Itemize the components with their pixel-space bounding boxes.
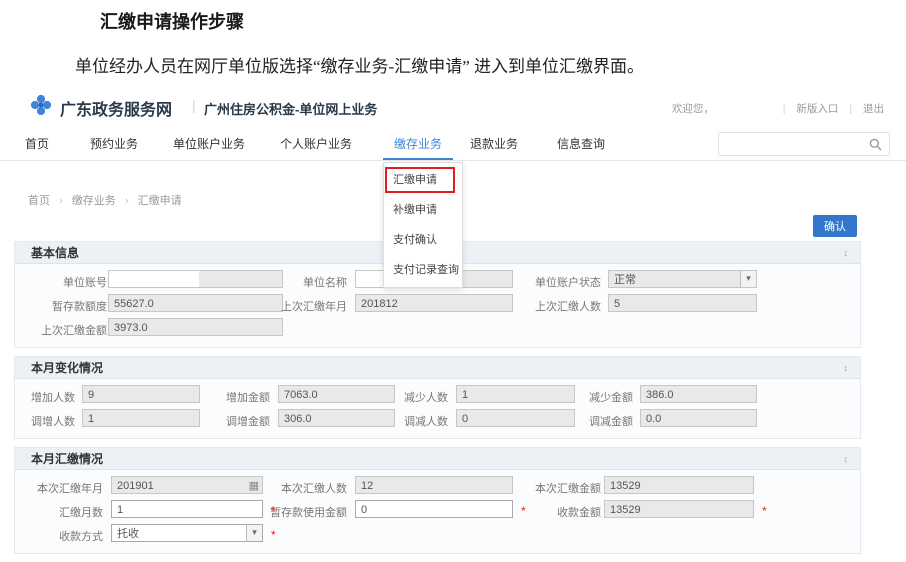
brand-subtitle: 广州住房公积金-单位网上业务 [204, 99, 377, 118]
section-title: 本月汇缴情况 [31, 452, 103, 466]
section-title: 本月变化情况 [31, 361, 103, 375]
field-label: 单位名称 [255, 274, 347, 290]
form-row: 上次汇缴金额 3973.0 [15, 317, 860, 341]
field-label: 上次汇缴金额 [19, 322, 107, 338]
field-label: 减少人数 [345, 389, 448, 405]
header-separator: | [849, 103, 852, 115]
field-label: 单位账号 [19, 274, 107, 290]
required-marker: * [271, 528, 276, 542]
field-label: 上次汇缴年月 [255, 298, 347, 314]
receive-method-select[interactable]: 托收 ▾ [111, 524, 263, 542]
section-month-remit: 本月汇缴情况 ↕ 本次汇缴年月 201901 ▦ 本次汇缴人数 12 本次汇缴金… [14, 447, 861, 554]
field-label: 暂存款额度 [19, 298, 107, 314]
main-form: 基本信息 ↕ 单位账号 单位名称 单位账户状态 正常 ▾ 暂存款额度 55627… [14, 241, 861, 562]
form-row: 本次汇缴年月 201901 ▦ 本次汇缴人数 12 本次汇缴金额 13529 [15, 475, 860, 499]
adjust-decrease-amount-input[interactable]: 0.0 [640, 409, 757, 427]
field-label: 调减金额 [501, 413, 633, 429]
field-label: 收款方式 [19, 528, 103, 544]
collapse-icon[interactable]: ↕ [844, 448, 849, 470]
field-label: 暂存款使用金额 [205, 504, 347, 520]
section-title: 基本信息 [31, 246, 79, 260]
form-row: 增加人数 9 增加金额 7063.0 减少人数 1 减少金额 386.0 [15, 384, 860, 408]
nav-item-appointment[interactable]: 预约业务 [90, 128, 138, 160]
remit-amount-input[interactable]: 13529 [604, 476, 754, 494]
remit-count-input[interactable]: 12 [355, 476, 513, 494]
breadcrumb-remit-apply: 汇缴申请 [138, 195, 182, 207]
header-user-area: 欢迎您， | 新版入口 | 退出 [672, 101, 884, 116]
section-month-change: 本月变化情况 ↕ 增加人数 9 增加金额 7063.0 减少人数 1 减少金额 … [14, 356, 861, 439]
section-header: 本月汇缴情况 ↕ [15, 448, 860, 470]
section-body: 本次汇缴年月 201901 ▦ 本次汇缴人数 12 本次汇缴金额 13529 汇… [15, 470, 860, 553]
temp-deposit-used-input[interactable]: 0 [355, 500, 513, 518]
link-new-version-entry[interactable]: 新版入口 [796, 103, 838, 115]
field-label: 收款金额 [509, 504, 601, 520]
field-label: 调减人数 [345, 413, 448, 429]
menu-item-label: 汇缴申请 [393, 174, 437, 186]
link-logout[interactable]: 退出 [863, 103, 884, 115]
menu-item-supplement-apply[interactable]: 补缴申请 [384, 195, 462, 225]
field-label: 本次汇缴人数 [205, 480, 347, 496]
form-row: 汇缴月数 1 * 暂存款使用金额 0 * 收款金额 13529 * [15, 499, 860, 523]
nav-item-refund[interactable]: 退款业务 [470, 128, 518, 160]
brand-title: 广东政务服务网 [60, 96, 172, 120]
last-remit-count-input[interactable]: 5 [608, 294, 757, 312]
form-row: 收款方式 托收 ▾ * [15, 523, 860, 547]
breadcrumb-separator: › [59, 195, 63, 207]
dropdown-arrow-icon[interactable]: ▾ [740, 271, 756, 287]
section-header: 本月变化情况 ↕ [15, 357, 860, 379]
section-body: 增加人数 9 增加金额 7063.0 减少人数 1 减少金额 386.0 调增人… [15, 379, 860, 438]
doc-intro: 单位经办人员在网厅单位版选择“缴存业务-汇缴申请” 进入到单位汇缴界面。 [75, 52, 890, 77]
deposit-dropdown-menu: 汇缴申请 补缴申请 支付确认 支付记录查询 [383, 162, 463, 288]
nav-item-personal-account[interactable]: 个人账户业务 [280, 128, 352, 160]
select-value: 正常 [614, 274, 636, 286]
unit-status-select[interactable]: 正常 ▾ [608, 270, 757, 288]
field-label: 调增金额 [165, 413, 270, 429]
nav-item-home[interactable]: 首页 [25, 128, 49, 160]
site-header: 广东政务服务网 | 广州住房公积金-单位网上业务 欢迎您， | 新版入口 | 退… [0, 90, 906, 128]
search-icon [869, 138, 882, 151]
required-marker: * [762, 504, 767, 518]
form-row: 调增人数 1 调增金额 306.0 调减人数 0 调减金额 0.0 [15, 408, 860, 432]
menu-item-payment-confirm[interactable]: 支付确认 [384, 225, 462, 255]
brand-flower-icon [30, 94, 52, 121]
welcome-text: 欢迎您， [672, 103, 714, 115]
search-input[interactable] [718, 132, 890, 156]
dropdown-arrow-icon[interactable]: ▾ [246, 525, 262, 541]
collapse-icon[interactable]: ↕ [844, 242, 849, 264]
collapse-icon[interactable]: ↕ [844, 357, 849, 379]
field-label: 调增人数 [19, 413, 75, 429]
input-value: 201901 [117, 480, 154, 492]
form-row: 暂存款额度 55627.0 上次汇缴年月 201812 上次汇缴人数 5 [15, 293, 860, 317]
last-remit-month-input[interactable]: 201812 [355, 294, 513, 312]
nav-item-deposit-active[interactable]: 缴存业务 [383, 128, 453, 160]
breadcrumb-deposit[interactable]: 缴存业务 [72, 195, 116, 207]
breadcrumb-separator: › [125, 195, 129, 207]
field-label: 本次汇缴年月 [19, 480, 103, 496]
field-label: 单位账户状态 [509, 274, 601, 290]
main-nav: 首页 预约业务 单位账户业务 个人账户业务 缴存业务 退款业务 信息查询 [0, 128, 906, 161]
confirm-button[interactable]: 确认 [813, 215, 857, 237]
nav-item-info-query[interactable]: 信息查询 [557, 128, 605, 160]
decrease-amount-input[interactable]: 386.0 [640, 385, 757, 403]
field-label: 本次汇缴金额 [509, 480, 601, 496]
field-label: 减少金额 [501, 389, 633, 405]
field-label: 增加金额 [165, 389, 270, 405]
doc-title: 汇缴申请操作步骤 [100, 8, 244, 34]
nav-item-unit-account[interactable]: 单位账户业务 [173, 128, 245, 160]
menu-item-remit-apply[interactable]: 汇缴申请 [384, 165, 462, 195]
field-label: 增加人数 [19, 389, 75, 405]
field-label: 汇缴月数 [19, 504, 103, 520]
brand-separator: | [192, 97, 196, 113]
menu-item-payment-records[interactable]: 支付记录查询 [384, 255, 462, 285]
last-remit-amount-input[interactable]: 3973.0 [108, 318, 283, 336]
breadcrumb-home[interactable]: 首页 [28, 195, 50, 207]
breadcrumb: 首页 › 缴存业务 › 汇缴申请 [28, 192, 182, 208]
select-value: 托收 [117, 528, 139, 540]
receive-amount-input[interactable]: 13529 [604, 500, 754, 518]
field-label: 上次汇缴人数 [509, 298, 601, 314]
header-separator: | [783, 103, 786, 115]
